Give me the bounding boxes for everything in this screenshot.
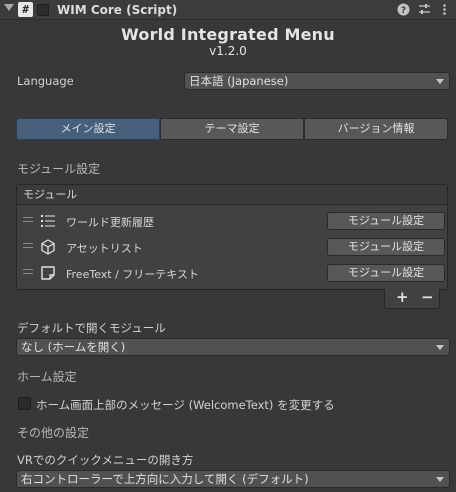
module-settings-heading: モジュール設定 xyxy=(17,162,101,176)
settings-tabs: メイン設定 テーマ設定 バージョン情報 xyxy=(16,118,448,140)
settings-sliders-icon[interactable] xyxy=(417,3,431,19)
tab-version-info[interactable]: バージョン情報 xyxy=(304,118,448,140)
default-module-label: デフォルトで開くモジュール xyxy=(17,321,166,335)
component-enable-checkbox[interactable] xyxy=(37,4,49,16)
more-options-icon[interactable] xyxy=(437,3,451,19)
module-settings-button[interactable]: モジュール設定 xyxy=(327,212,445,230)
welcome-text-checkbox-label: ホーム画面上部のメッセージ (WelcomeText) を変更する xyxy=(36,398,335,412)
svg-text:?: ? xyxy=(400,6,405,16)
module-settings-button[interactable]: モジュール設定 xyxy=(327,264,445,282)
tab-theme-settings[interactable]: テーマ設定 xyxy=(160,118,304,140)
remove-module-button[interactable]: − xyxy=(421,288,434,306)
vr-quick-menu-value: 右コントローラーで上方向に入力して開く (デフォルト) xyxy=(21,472,309,486)
component-title: WIM Core (Script) xyxy=(57,3,178,17)
language-value: 日本語 (Japanese) xyxy=(189,74,289,88)
vr-quick-menu-label: VRでのクイックメニューの開き方 xyxy=(17,453,194,467)
list-add-remove-controls: + − xyxy=(384,288,440,309)
drag-handle-icon[interactable] xyxy=(23,243,33,248)
language-label: Language xyxy=(17,74,74,88)
chevron-down-icon xyxy=(436,79,444,84)
page-title: World Integrated Menu xyxy=(121,25,335,44)
list-icon xyxy=(39,212,57,230)
vr-quick-menu-dropdown[interactable]: 右コントローラーで上方向に入力して開く (デフォルト) xyxy=(16,470,450,488)
chevron-down-icon xyxy=(436,477,444,482)
home-settings-heading: ホーム設定 xyxy=(17,370,77,384)
add-module-button[interactable]: + xyxy=(396,288,409,306)
default-module-value: なし (ホームを開く) xyxy=(21,340,126,354)
other-settings-heading: その他の設定 xyxy=(17,426,90,440)
tab-main-settings[interactable]: メイン設定 xyxy=(16,118,160,140)
module-label: FreeText / フリーテキスト xyxy=(66,268,199,281)
cube-icon xyxy=(39,238,57,256)
foldout-arrow-icon[interactable] xyxy=(4,4,14,11)
drag-handle-icon[interactable] xyxy=(23,269,33,274)
default-module-dropdown[interactable]: なし (ホームを開く) xyxy=(16,338,450,356)
module-label: アセットリスト xyxy=(66,242,143,255)
version-label: v1.2.0 xyxy=(209,44,247,58)
module-list-header: モジュール xyxy=(17,185,447,205)
list-item: FreeText / フリーテキスト モジュール設定 xyxy=(17,261,447,285)
chevron-down-icon xyxy=(436,345,444,350)
language-dropdown[interactable]: 日本語 (Japanese) xyxy=(184,72,450,90)
component-header: # WIM Core (Script) ? xyxy=(0,0,456,20)
module-list: モジュール ワールド更新履歴 モジュール設定 アセットリスト モジュール設定 F… xyxy=(16,184,448,290)
module-settings-button[interactable]: モジュール設定 xyxy=(327,238,445,256)
list-item: ワールド更新履歴 モジュール設定 xyxy=(17,209,447,233)
list-item: アセットリスト モジュール設定 xyxy=(17,235,447,259)
help-icon[interactable]: ? xyxy=(396,3,410,19)
drag-handle-icon[interactable] xyxy=(23,217,33,222)
script-icon: # xyxy=(18,2,33,17)
welcome-text-checkbox[interactable] xyxy=(18,397,31,410)
module-label: ワールド更新履歴 xyxy=(66,216,154,229)
sticky-note-icon xyxy=(39,264,57,282)
